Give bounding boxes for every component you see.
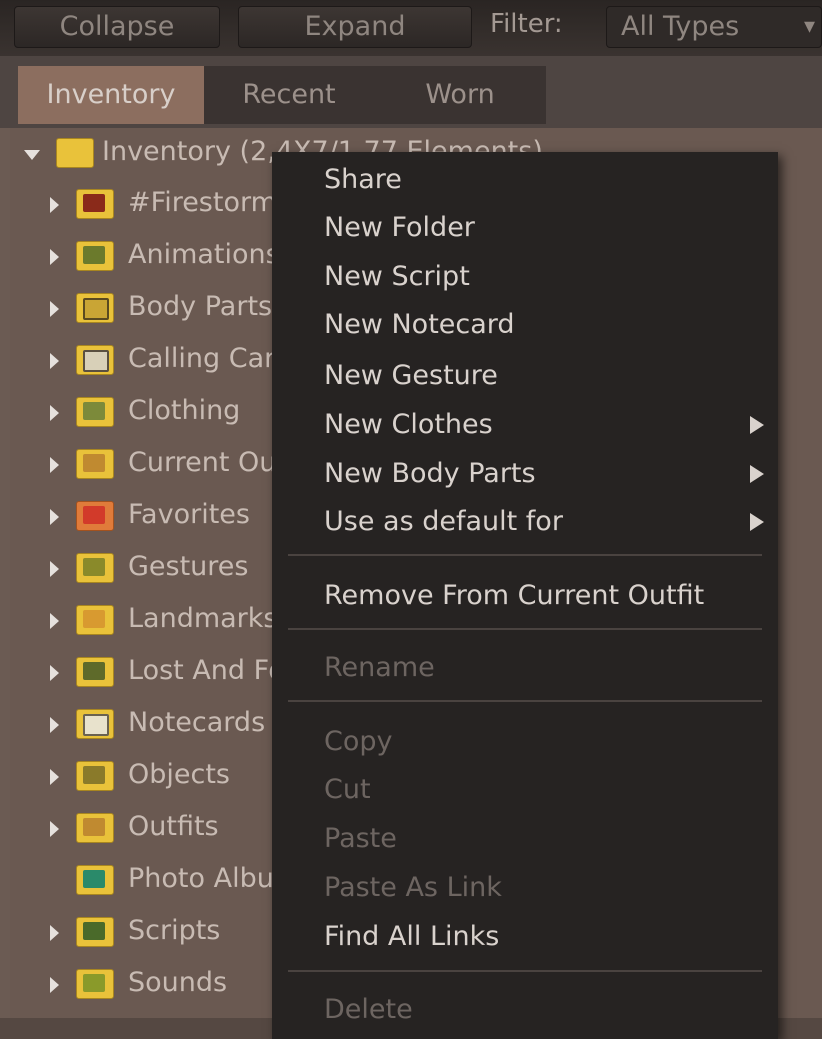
expand-arrow-icon[interactable] — [50, 977, 59, 993]
tree-row-label: Favorites — [128, 499, 250, 530]
menu-item-new-gesture[interactable]: New Gesture — [324, 356, 498, 396]
submenu-arrow-icon — [750, 513, 764, 531]
filter-type-select[interactable]: All Types ▾ — [606, 6, 822, 48]
menu-item-new-notecard[interactable]: New Notecard — [324, 305, 515, 345]
menu-item-cut[interactable]: Cut — [324, 770, 371, 810]
menu-item-share[interactable]: Share — [324, 160, 402, 200]
favorites-folder-icon — [76, 501, 114, 531]
landmarks-folder-icon — [76, 605, 114, 635]
filter-label: Filter: — [490, 9, 563, 39]
expand-arrow-icon[interactable] — [50, 301, 59, 317]
submenu-arrow-icon — [750, 465, 764, 483]
tree-row-label: Notecards — [128, 707, 266, 738]
menu-item-new-clothes[interactable]: New Clothes — [324, 405, 493, 445]
expand-arrow-icon[interactable] — [50, 821, 59, 837]
menu-item-paste[interactable]: Paste — [324, 819, 397, 859]
menu-item-rename[interactable]: Rename — [324, 648, 435, 688]
menu-item-new-body-parts[interactable]: New Body Parts — [324, 454, 536, 494]
inventory-tabs: Inventory Recent Worn — [0, 56, 822, 128]
notecards-folder-icon — [76, 709, 114, 739]
tree-row-label: Animations — [128, 239, 280, 270]
tab-worn[interactable]: Worn — [374, 66, 546, 124]
submenu-arrow-icon — [750, 416, 764, 434]
expand-arrow-icon[interactable] — [50, 457, 59, 473]
tree-row-label: Sounds — [128, 967, 228, 998]
inventory-toolbar: Collapse Expand Filter: All Types ▾ — [0, 0, 822, 56]
current-outfit-folder-icon — [76, 449, 114, 479]
menu-separator — [288, 970, 762, 972]
tree-row-label: Objects — [128, 759, 231, 790]
expand-arrow-icon[interactable] — [50, 613, 59, 629]
menu-separator — [288, 700, 762, 702]
expand-arrow-icon[interactable] — [50, 665, 59, 681]
menu-item-new-script[interactable]: New Script — [324, 257, 470, 297]
tree-row-label: #Firestorm — [128, 187, 277, 218]
menu-separator — [288, 628, 762, 630]
tree-row-label: Scripts — [128, 915, 221, 946]
body-parts-folder-icon — [76, 293, 114, 323]
expand-arrow-icon[interactable] — [50, 353, 59, 369]
open-folder-icon — [56, 138, 94, 168]
expand-arrow-icon[interactable] — [50, 249, 59, 265]
tree-row-label: Body Parts — [128, 291, 273, 322]
chevron-down-icon: ▾ — [803, 14, 815, 39]
expand-arrow-icon[interactable] — [50, 769, 59, 785]
context-menu: Share New Folder New Script New Notecard… — [272, 152, 778, 1039]
expand-button[interactable]: Expand — [238, 6, 472, 48]
menu-item-delete[interactable]: Delete — [324, 990, 413, 1030]
lost-and-found-folder-icon — [76, 657, 114, 687]
menu-item-paste-as-link[interactable]: Paste As Link — [324, 868, 502, 908]
calling-cards-folder-icon — [76, 345, 114, 375]
expand-arrow-icon[interactable] — [50, 405, 59, 421]
gestures-folder-icon — [76, 553, 114, 583]
tab-recent[interactable]: Recent — [204, 66, 374, 124]
tree-row-label: Outfits — [128, 811, 219, 842]
tab-inventory[interactable]: Inventory — [18, 66, 204, 124]
menu-separator — [288, 554, 762, 556]
sounds-folder-icon — [76, 969, 114, 999]
tree-row-label: Landmarks — [128, 603, 278, 634]
expand-arrow-icon[interactable] — [50, 717, 59, 733]
expand-arrow-icon[interactable] — [50, 925, 59, 941]
filter-type-value: All Types — [621, 11, 740, 42]
objects-folder-icon — [76, 761, 114, 791]
photo-album-folder-icon — [76, 865, 114, 895]
expand-arrow-icon[interactable] — [50, 561, 59, 577]
expand-arrow-icon[interactable] — [24, 150, 40, 160]
scripts-folder-icon — [76, 917, 114, 947]
clothing-folder-icon — [76, 397, 114, 427]
expand-arrow-icon[interactable] — [50, 509, 59, 525]
menu-item-remove-from-current-outfit[interactable]: Remove From Current Outfit — [324, 576, 704, 616]
menu-item-find-all-links[interactable]: Find All Links — [324, 917, 499, 957]
expand-arrow-icon[interactable] — [50, 197, 59, 213]
tree-row-label: Gestures — [128, 551, 249, 582]
menu-item-use-as-default[interactable]: Use as default for — [324, 502, 563, 542]
outfits-folder-icon — [76, 813, 114, 843]
animations-folder-icon — [76, 241, 114, 271]
menu-item-copy[interactable]: Copy — [324, 722, 393, 762]
menu-item-new-folder[interactable]: New Folder — [324, 208, 475, 248]
tree-row-label: Clothing — [128, 395, 241, 426]
firestorm-folder-icon — [76, 189, 114, 219]
collapse-button[interactable]: Collapse — [14, 6, 220, 48]
